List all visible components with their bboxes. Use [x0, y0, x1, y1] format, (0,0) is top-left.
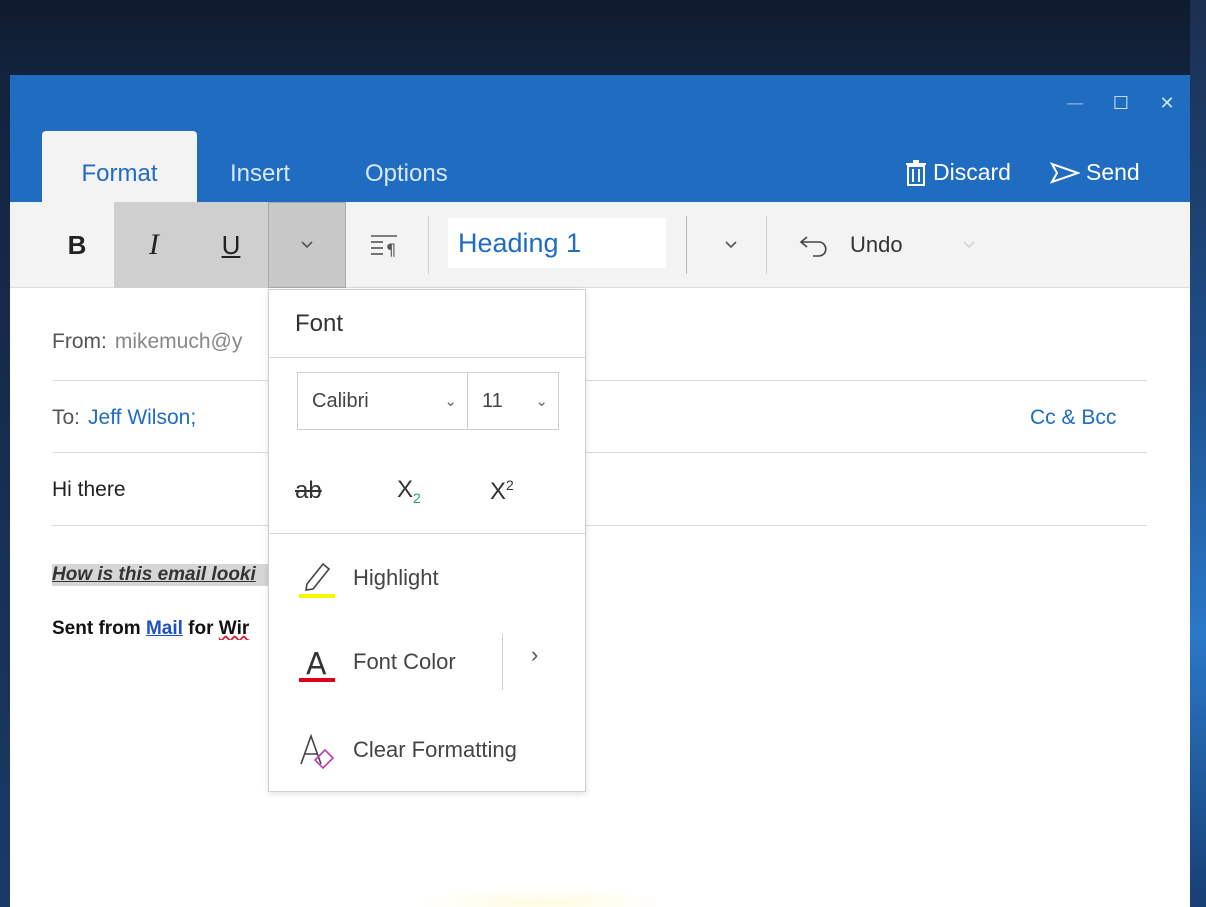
- font-menu-title: Font: [295, 310, 344, 337]
- body-text-line[interactable]: How is this email looki: [52, 564, 272, 586]
- send-label: Send: [1086, 159, 1140, 185]
- tab-options[interactable]: Options: [365, 131, 448, 202]
- paragraph-format-button[interactable]: ¶: [350, 202, 420, 288]
- clear-formatting-label: Clear Formatting: [353, 737, 517, 762]
- trash-icon: [906, 159, 926, 186]
- tab-insert[interactable]: Insert: [230, 131, 290, 202]
- chevron-down-icon: ⌄: [535, 393, 548, 410]
- format-toolbar: B I U ¶ Heading 1 Undo: [10, 202, 1190, 288]
- highlight-button[interactable]: Highlight: [297, 548, 439, 608]
- chevron-down-icon: ⌄: [444, 393, 457, 410]
- discard-label: Discard: [933, 159, 1011, 185]
- minimize-button[interactable]: —: [1052, 75, 1098, 131]
- text-effects-row: ab X2 X2: [295, 466, 565, 516]
- toolbar-divider: [766, 216, 767, 274]
- from-value: mikemuch@y: [114, 330, 243, 353]
- toolbar-divider: [686, 216, 687, 274]
- style-dropdown-button[interactable]: [698, 202, 764, 288]
- divider: [52, 380, 1147, 381]
- chevron-down-icon: [725, 241, 737, 249]
- font-color-glyph: A: [306, 647, 327, 682]
- italic-button[interactable]: I: [114, 202, 194, 288]
- window-controls: — ☐ ✕: [1052, 75, 1190, 131]
- desktop-background: [1190, 0, 1206, 907]
- maximize-button[interactable]: ☐: [1098, 75, 1144, 131]
- subscript-base: X: [397, 476, 414, 504]
- undo-dropdown-button[interactable]: [954, 202, 984, 288]
- font-picker: Calibri ⌄ 11 ⌄: [297, 372, 559, 430]
- superscript-base: X: [490, 477, 507, 505]
- paragraph-icon: ¶: [371, 235, 397, 259]
- signature-mid: for: [182, 618, 219, 639]
- svg-text:¶: ¶: [386, 240, 396, 259]
- send-button[interactable]: Send: [1050, 131, 1140, 202]
- font-dropdown-menu: Font Calibri ⌄ 11 ⌄ ab X2 X2 Highlight A…: [268, 289, 586, 792]
- discard-button[interactable]: Discard: [905, 131, 1011, 202]
- font-options-dropdown-button[interactable]: [268, 202, 346, 288]
- undo-icon: [799, 236, 827, 257]
- divider: [52, 525, 1147, 526]
- send-icon: [1050, 161, 1080, 184]
- divider: [52, 452, 1147, 453]
- underline-button[interactable]: U: [194, 202, 268, 288]
- to-label: To:: [52, 406, 81, 429]
- subject-field[interactable]: Hi there: [52, 478, 126, 502]
- font-color-button[interactable]: A Font Color: [297, 632, 456, 692]
- title-bar: — ☐ ✕: [10, 75, 1190, 131]
- superscript-button[interactable]: X2: [490, 477, 514, 506]
- mail-link[interactable]: Mail: [146, 618, 183, 639]
- subscript-mark: 2: [413, 489, 421, 506]
- from-field[interactable]: From: mikemuch@y: [52, 330, 242, 354]
- background-artifact: [410, 888, 670, 907]
- font-color-more-button[interactable]: ›: [531, 642, 538, 668]
- cc-bcc-link[interactable]: Cc & Bcc: [1030, 406, 1116, 430]
- ribbon-tab-bar: Format Insert Options Discard Send: [10, 131, 1190, 202]
- highlighter-icon: [299, 562, 335, 598]
- cc-bcc-label: Cc & Bcc: [1030, 406, 1117, 429]
- chevron-down-icon: [301, 241, 313, 249]
- menu-divider: [502, 634, 503, 690]
- signature-suffix: Wir: [218, 618, 250, 639]
- mail-compose-window: — ☐ ✕ Format Insert Options Discard Send: [10, 75, 1190, 907]
- font-size-select[interactable]: 11 ⌄: [468, 373, 558, 429]
- to-field[interactable]: To: Jeff Wilson;: [52, 406, 196, 430]
- compose-area: From: mikemuch@y To: Jeff Wilson; Cc & B…: [10, 288, 1190, 907]
- undo-button[interactable]: [790, 202, 840, 288]
- toolbar-divider: [428, 216, 429, 274]
- superscript-mark: 2: [506, 476, 514, 493]
- signature[interactable]: Sent from Mail for Wir: [52, 618, 272, 640]
- undo-label[interactable]: Undo: [850, 202, 903, 288]
- font-color-icon: A: [299, 647, 335, 682]
- font-name-select[interactable]: Calibri ⌄: [298, 373, 468, 429]
- from-label: From:: [52, 330, 107, 353]
- clear-formatting-button[interactable]: Clear Formatting: [297, 720, 517, 780]
- highlight-label: Highlight: [353, 565, 439, 590]
- menu-divider: [269, 533, 585, 534]
- font-color-label: Font Color: [353, 649, 456, 674]
- signature-prefix: Sent from: [52, 618, 146, 639]
- font-size-value: 11: [482, 389, 503, 412]
- recipient-jeff-wilson[interactable]: Jeff Wilson;: [88, 406, 196, 430]
- font-name-value: Calibri: [312, 389, 369, 412]
- strikethrough-button[interactable]: ab: [295, 477, 322, 505]
- tab-format[interactable]: Format: [42, 131, 197, 202]
- bold-button[interactable]: B: [42, 202, 112, 288]
- menu-divider: [269, 357, 585, 358]
- paragraph-style-select[interactable]: Heading 1: [448, 218, 666, 268]
- clear-formatting-icon: [300, 733, 335, 770]
- chevron-down-icon: [963, 241, 975, 249]
- close-button[interactable]: ✕: [1144, 75, 1190, 131]
- subscript-button[interactable]: X2: [397, 476, 421, 506]
